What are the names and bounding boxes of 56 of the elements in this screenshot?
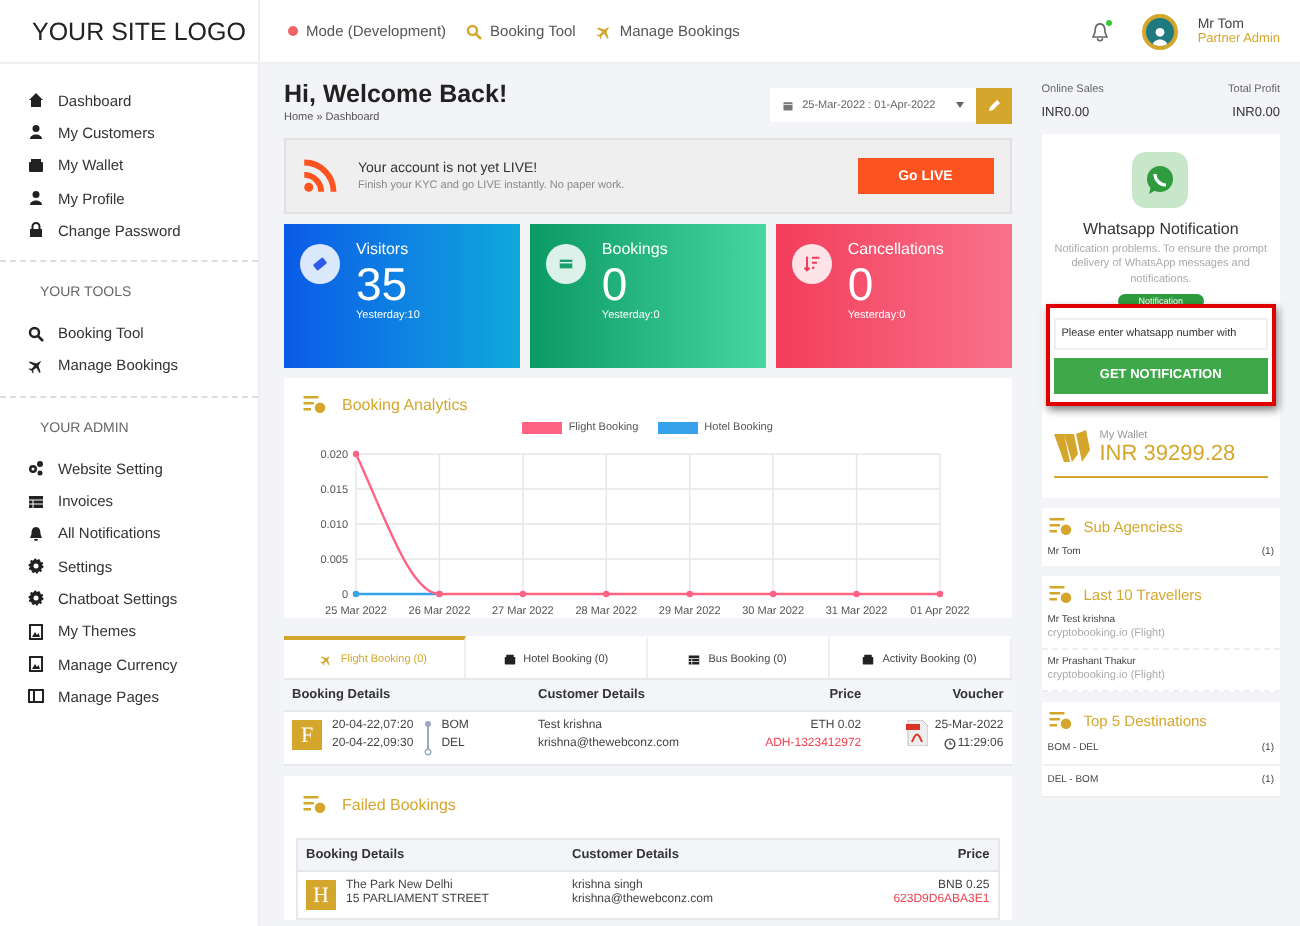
list-check-icon — [1047, 710, 1072, 731]
calendar-icon — [782, 99, 795, 111]
table-icon — [28, 493, 44, 510]
image-icon — [28, 656, 44, 672]
card-title: Failed Bookings — [342, 795, 456, 813]
plane-icon — [320, 653, 333, 665]
data-point — [519, 590, 527, 598]
plane-icon — [595, 23, 612, 39]
wallet-amount: INR 39299.28 — [1099, 441, 1236, 466]
status-dot — [288, 26, 298, 36]
data-point — [853, 590, 860, 598]
route-line-icon — [423, 720, 432, 756]
pencil-icon — [985, 98, 1002, 114]
wallet-logo-icon — [1053, 429, 1094, 466]
plane-icon — [28, 357, 44, 374]
list-check-icon — [302, 394, 326, 414]
data-point — [686, 590, 693, 598]
rss-icon — [302, 158, 338, 194]
stat-label: Visitors — [356, 240, 411, 258]
wallet-icon — [28, 157, 44, 174]
user-icon — [28, 190, 44, 207]
bell-icon — [1089, 21, 1110, 41]
card-icon — [555, 254, 576, 274]
stat-label: Cancellations — [847, 240, 944, 258]
data-point — [603, 590, 610, 598]
stat-label: Bookings — [601, 240, 668, 258]
pdf-icon[interactable] — [906, 720, 929, 746]
list-check-icon — [1047, 516, 1072, 537]
chat-bubble-icon — [1144, 164, 1177, 196]
columns-icon — [28, 688, 44, 705]
data-point — [936, 590, 944, 598]
stat-value: 0 — [847, 258, 876, 310]
list-check-icon — [302, 794, 326, 814]
data-point — [352, 450, 360, 458]
notification-button[interactable] — [1089, 21, 1110, 41]
search-icon — [466, 23, 483, 39]
gears-icon — [28, 460, 44, 477]
home-icon — [28, 92, 44, 109]
search-icon — [28, 325, 44, 342]
sort-icon — [801, 254, 822, 274]
data-point — [769, 590, 777, 598]
data-point — [352, 590, 360, 598]
bell-icon — [28, 525, 44, 542]
user-icon — [28, 124, 44, 141]
hotel-badge: H — [306, 880, 336, 910]
lock-icon — [28, 222, 44, 239]
whatsapp-title: Whatsapp Notification — [1082, 220, 1239, 238]
stat-value: 0 — [601, 258, 630, 310]
card-title: Booking Analytics — [342, 395, 468, 413]
image-icon — [28, 623, 44, 640]
flight-badge: F — [292, 720, 322, 750]
clock-icon — [943, 738, 956, 750]
list-check-icon — [1047, 584, 1072, 605]
stat-value: 35 — [356, 258, 410, 310]
avatar-icon[interactable] — [1141, 13, 1178, 49]
page-title: Hi, Welcome Back! — [284, 80, 508, 108]
